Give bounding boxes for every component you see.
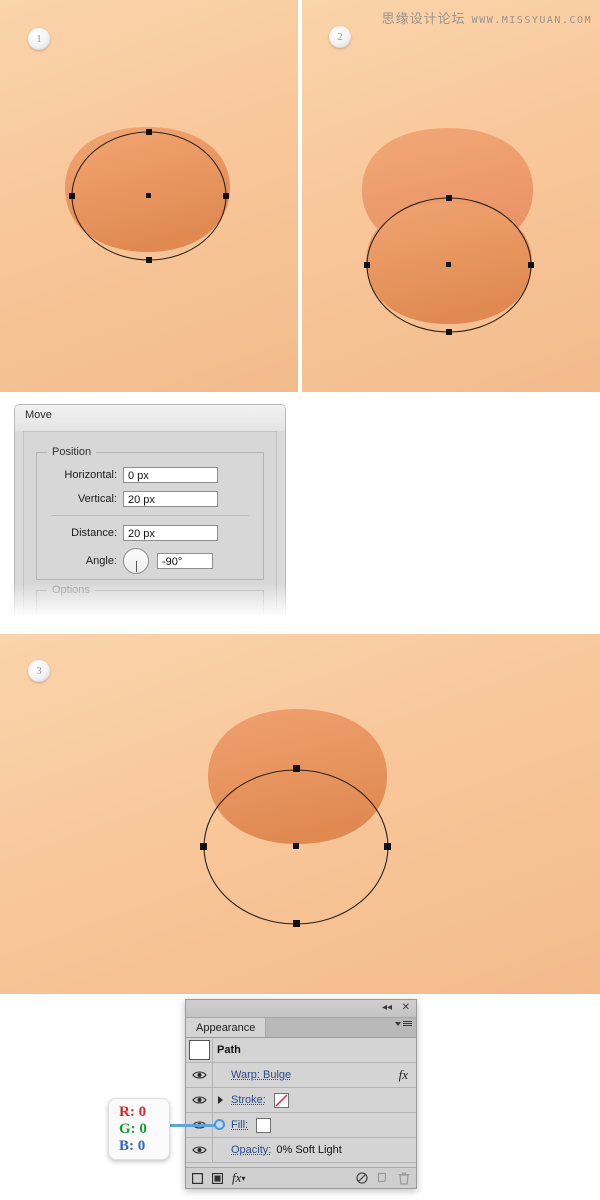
- rgb-green-value: 0: [139, 1120, 147, 1137]
- artwork-step-2: [362, 128, 534, 335]
- stroke-expand-arrow[interactable]: [213, 1096, 227, 1104]
- appearance-row-path[interactable]: Path: [186, 1038, 416, 1063]
- tab-appearance-label: Appearance: [196, 1021, 256, 1034]
- position-fieldset: Position Horizontal: Vertical: Distance:…: [36, 446, 264, 580]
- tab-appearance[interactable]: Appearance: [186, 1018, 267, 1037]
- horizontal-input[interactable]: [123, 467, 218, 483]
- triangle-right-icon: [217, 1096, 223, 1104]
- angle-field-row: Angle:: [43, 548, 213, 574]
- position-divider: [51, 515, 249, 516]
- watermark: 思缘设计论坛 WWW.MISSYUAN.COM: [382, 8, 592, 27]
- warped-shape: [65, 127, 230, 252]
- close-icon[interactable]: ✕: [402, 1002, 410, 1014]
- chevron-down-icon: [395, 1021, 401, 1026]
- vertical-field-row: Vertical:: [43, 491, 218, 507]
- appearance-row-opacity[interactable]: Opacity: 0% Soft Light: [186, 1138, 416, 1163]
- fill-row-label[interactable]: Fill:: [231, 1119, 248, 1131]
- rgb-callout: R: 0 G: 0 B: 0: [108, 1098, 170, 1160]
- angle-label: Angle:: [85, 555, 117, 567]
- artboard-step-3: 3: [0, 634, 600, 994]
- add-new-effect-icon[interactable]: fx ▾: [232, 1170, 245, 1186]
- screenshot-root: 1 2 思缘设计论坛 WWW.MISSYUAN.COM 3 Move Posit…: [0, 0, 600, 1200]
- opacity-row-value: 0% Soft Light: [276, 1144, 342, 1156]
- eye-icon: [191, 1071, 207, 1079]
- path-thumbnail-icon: [189, 1040, 210, 1060]
- callout-connector-line: [168, 1124, 220, 1127]
- rgb-blue-value: 0: [137, 1137, 146, 1154]
- angle-dial[interactable]: [123, 548, 149, 574]
- step-badge-2: 2: [329, 26, 351, 48]
- rgb-red-row: R: 0: [119, 1104, 169, 1121]
- appearance-panel-titlebar: ◂◂ ✕: [186, 1000, 416, 1018]
- appearance-row-stroke[interactable]: Stroke:: [186, 1088, 416, 1113]
- path-thumbnail-cell: [186, 1038, 213, 1062]
- distance-input[interactable]: [123, 525, 218, 541]
- move-dialog-body: Position Horizontal: Vertical: Distance:…: [23, 431, 277, 617]
- panel-menu-icon[interactable]: [395, 1021, 412, 1026]
- warp-row-label[interactable]: Warp: Bulge: [231, 1069, 291, 1081]
- hamburger-icon: [403, 1021, 412, 1026]
- warp-fx-icon[interactable]: fx: [399, 1067, 408, 1083]
- distance-field-row: Distance:: [43, 525, 218, 541]
- eye-icon: [191, 1096, 207, 1104]
- rgb-blue-row: B: 0: [119, 1138, 169, 1155]
- rgb-green-label: G:: [119, 1120, 136, 1137]
- stroke-color-swatch[interactable]: [273, 1092, 289, 1108]
- rgb-green-row: G: 0: [119, 1121, 169, 1138]
- appearance-panel[interactable]: ◂◂ ✕ Appearance Path Warp: Bulge fx Stro…: [185, 999, 417, 1189]
- collapse-icon[interactable]: ◂◂: [382, 1002, 392, 1014]
- distance-label: Distance:: [71, 527, 117, 539]
- artboard-step-1: 1: [0, 0, 298, 392]
- opacity-visibility-toggle[interactable]: [186, 1138, 213, 1162]
- stroke-row-label[interactable]: Stroke:: [231, 1094, 266, 1106]
- options-legend: Options: [47, 584, 95, 596]
- horizontal-field-row: Horizontal:: [43, 467, 218, 483]
- appearance-panel-toolbar: fx ▾: [186, 1167, 416, 1188]
- stroke-visibility-toggle[interactable]: [186, 1088, 213, 1112]
- delete-item-icon[interactable]: [398, 1172, 410, 1185]
- step-badge-3: 3: [28, 660, 50, 682]
- vertical-label: Vertical:: [77, 493, 117, 505]
- clear-appearance-icon[interactable]: [356, 1172, 368, 1184]
- warped-shape: [208, 709, 387, 844]
- fill-color-swatch[interactable]: [256, 1117, 272, 1133]
- opacity-row-label[interactable]: Opacity:: [231, 1144, 271, 1156]
- appearance-row-warp[interactable]: Warp: Bulge fx: [186, 1063, 416, 1088]
- add-new-stroke-icon[interactable]: [192, 1172, 203, 1184]
- position-legend: Position: [47, 446, 97, 458]
- rgb-blue-label: B:: [119, 1137, 134, 1154]
- rgb-red-label: R:: [119, 1103, 135, 1120]
- path-row-label: Path: [217, 1044, 241, 1056]
- artwork-step-3: [200, 709, 391, 927]
- horizontal-label: Horizontal:: [64, 469, 117, 481]
- appearance-tabbar: Appearance: [186, 1018, 416, 1038]
- watermark-cn-text: 思缘设计论坛: [381, 12, 466, 27]
- artboard-step-2: 2 思缘设计论坛 WWW.MISSYUAN.COM: [302, 0, 600, 392]
- duplicate-item-icon[interactable]: [377, 1172, 389, 1184]
- watermark-url-text: WWW.MISSYUAN.COM: [471, 15, 592, 26]
- angle-input[interactable]: [157, 553, 213, 569]
- step-badge-1: 1: [28, 28, 50, 50]
- move-dialog-title: Move: [15, 405, 285, 431]
- vertical-input[interactable]: [123, 491, 218, 507]
- add-new-fill-icon[interactable]: [212, 1172, 223, 1184]
- appearance-row-list: Path Warp: Bulge fx Stroke: Fill: Opacit…: [186, 1038, 416, 1163]
- warp-visibility-toggle[interactable]: [186, 1063, 213, 1087]
- options-fieldset: Options: [36, 584, 264, 617]
- move-dialog[interactable]: Move Position Horizontal: Vertical: Dist…: [14, 404, 286, 617]
- rgb-red-value: 0: [138, 1103, 147, 1120]
- eye-icon: [191, 1146, 207, 1154]
- no-color-diagonal-icon: [275, 1093, 288, 1107]
- callout-connector-dot: [214, 1119, 225, 1130]
- artwork-step-1: [65, 127, 230, 263]
